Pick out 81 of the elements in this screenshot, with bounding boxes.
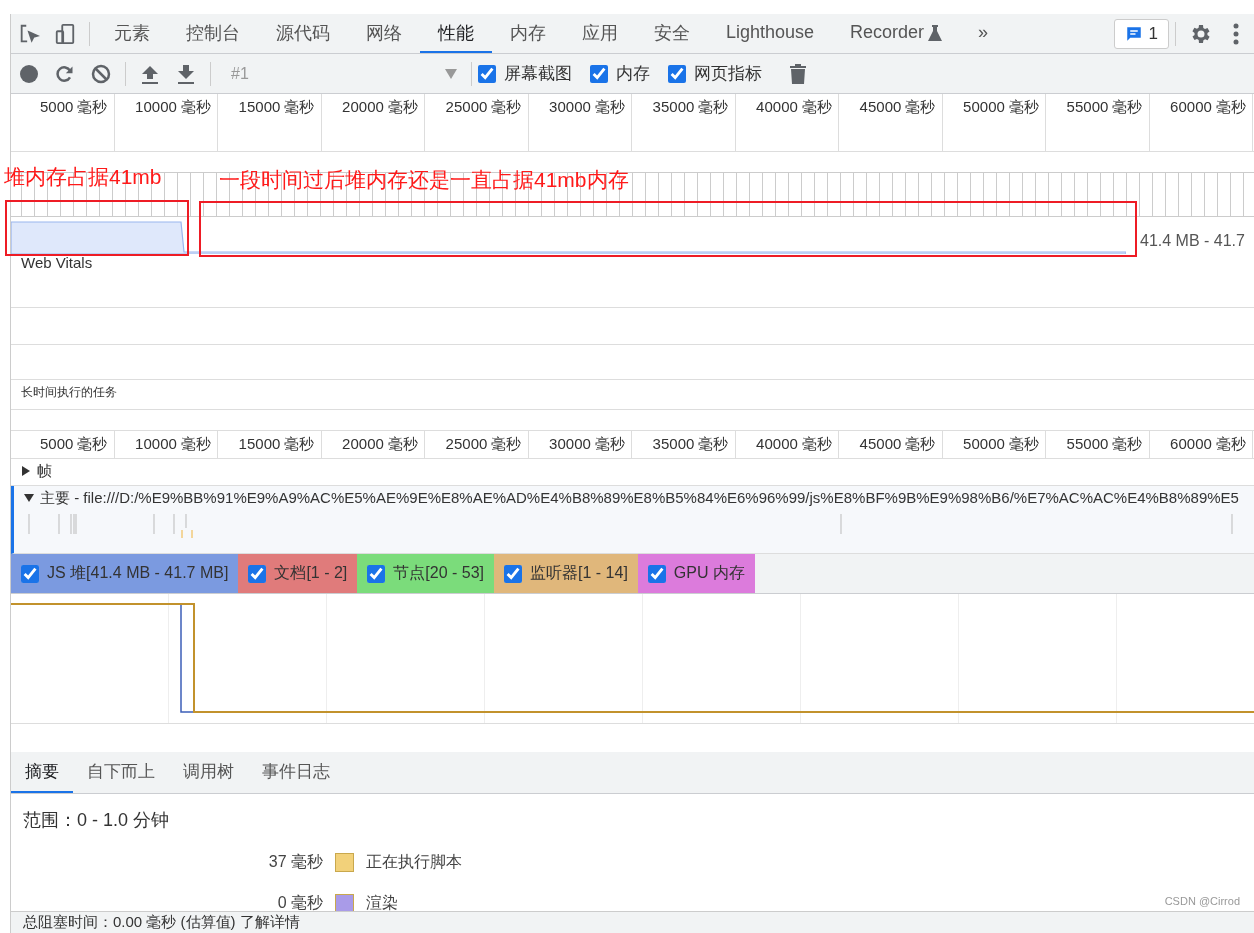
cursor-in-box-icon [18,22,40,45]
time-tick: 50000 毫秒 [942,94,1046,151]
track-header[interactable]: 帧 [11,459,1254,483]
panel-tab[interactable]: 网络 [348,14,420,53]
status-text: 总阻塞时间：0.00 毫秒 (估算值) 了解详情 [11,911,1254,933]
time-tick: 15000 毫秒 [218,431,322,458]
panel-tab[interactable]: 控制台 [168,14,258,53]
annotation-text: 一段时间过后堆内存还是一直占据41mb内存 [219,167,629,193]
time-tick: 35000 毫秒 [632,94,736,151]
counter-label: 监听器[1 - 14] [530,563,628,583]
time-tick: 45000 毫秒 [839,94,943,151]
time-tick: 25000 毫秒 [425,94,529,151]
detail-tab[interactable]: 摘要 [11,752,73,793]
time-tick: 25000 毫秒 [425,431,529,458]
triangle-icon [24,493,34,503]
time-tick: 55000 毫秒 [1046,431,1150,458]
issues-button[interactable]: 1 [1113,18,1169,49]
time-tick: 40000 毫秒 [735,94,839,151]
time-tick: 10000 毫秒 [114,431,218,458]
checkbox[interactable] [478,64,496,83]
time-tick: 5000 毫秒 [11,94,115,151]
time-tick: 45000 毫秒 [839,431,943,458]
counter-label: JS 堆[41.4 MB - 41.7 MB] [47,563,229,583]
counter-label: GPU 内存 [673,563,745,583]
checkbox[interactable] [590,64,608,83]
time-tick: 40000 毫秒 [735,431,839,458]
counter-label: 节点[20 - 53] [393,563,484,583]
legend-label: 渲染 [366,893,398,911]
memory-range: 41.4 MB - 41.7 [1140,232,1245,250]
credit-text: CSDN @Cirrod [1164,895,1240,907]
panel-tab[interactable]: Lighthouse [708,14,833,53]
download-icon [177,63,195,84]
clear-icon [91,63,111,84]
legend-label: 正在执行脚本 [366,852,462,872]
counter-label: 文档[1 - 2] [274,563,348,583]
message-icon [1124,24,1143,43]
checkbox-label: 网页指标 [694,63,762,85]
annotation-text: 堆内存占据41mb [4,164,162,190]
legend-time: 37 毫秒 [267,852,323,872]
legend-time: 0 毫秒 [276,893,323,911]
time-tick: 35000 毫秒 [632,431,736,458]
checkbox[interactable] [248,564,267,583]
trash-icon [790,63,806,84]
checkbox[interactable] [504,564,522,583]
time-tick: 30000 毫秒 [528,94,632,151]
track-label: Web Vitals [21,254,93,271]
time-tick: 5000 毫秒 [11,431,115,458]
panel-tab[interactable]: 安全 [636,14,708,53]
checkbox[interactable] [367,564,386,583]
time-tick: 60000 毫秒 [1149,94,1253,151]
panel-tab[interactable]: 元素 [96,14,168,53]
checkbox[interactable] [647,564,666,583]
time-tick: 15000 毫秒 [218,94,322,151]
reload-icon [55,63,75,84]
detail-tab[interactable]: 调用树 [169,752,248,793]
upload-icon [141,63,159,84]
more-vertical-icon [1233,22,1239,45]
detail-tab[interactable]: 事件日志 [248,752,344,793]
panel-tab[interactable]: 源代码 [258,14,348,53]
time-tick: 20000 毫秒 [321,94,425,151]
time-tick: 20000 毫秒 [321,431,425,458]
time-tick: 10000 毫秒 [114,94,218,151]
checkbox[interactable] [668,64,686,83]
caret-icon [445,68,457,79]
time-tick: 30000 毫秒 [528,431,632,458]
device-icon [54,22,76,45]
checkbox-label: 屏幕截图 [504,63,572,85]
track-label: 长时间执行的任务 [20,384,117,401]
panel-tab[interactable]: Recorder [832,14,961,53]
checkbox[interactable] [21,564,39,583]
time-tick: 55000 毫秒 [1046,94,1150,151]
panel-tab[interactable]: 应用 [564,14,636,53]
time-tick: 60000 毫秒 [1149,431,1253,458]
time-tick: 50000 毫秒 [942,431,1046,458]
more-tabs-button[interactable]: » [960,14,1007,53]
panel-tab[interactable]: 内存 [492,14,564,53]
detail-tab[interactable]: 自下而上 [73,752,169,793]
record-icon [19,63,39,84]
range-text: 范围：0 - 1.0 分钟 [23,809,171,832]
checkbox-label: 内存 [616,63,650,85]
triangle-icon [21,466,31,476]
